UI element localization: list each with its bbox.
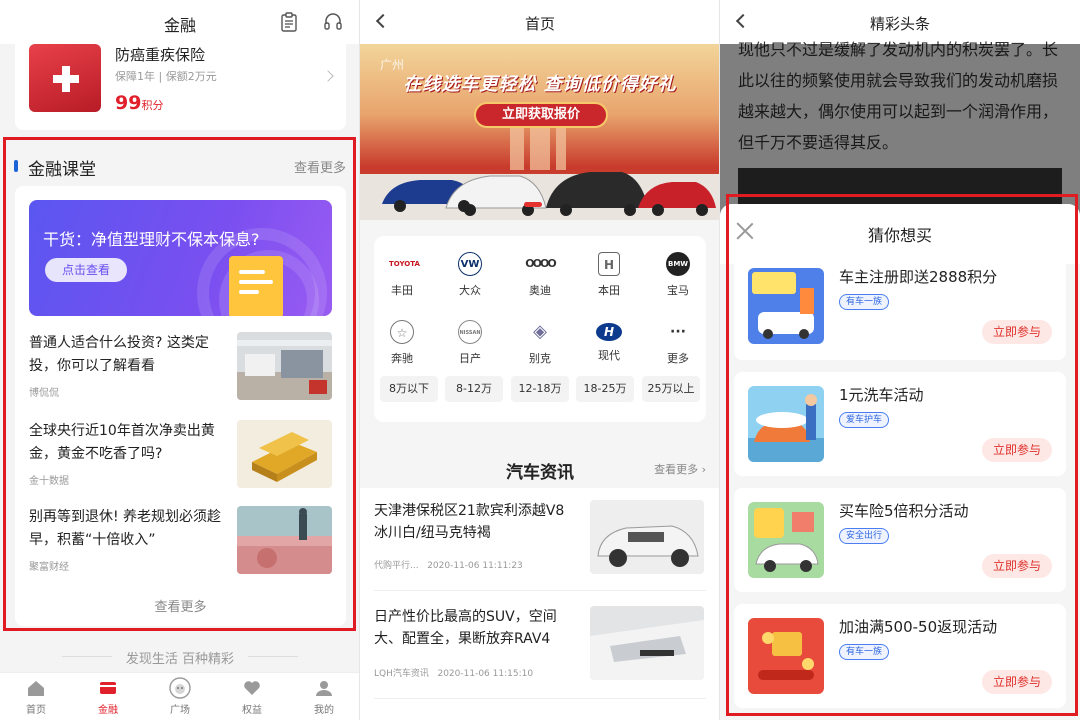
highlight-box	[726, 194, 1078, 716]
news-time: 2020-11-06 11:15:10	[437, 669, 534, 679]
brand-label: 奔驰	[391, 352, 413, 365]
tab-plaza[interactable]: 广场	[144, 673, 216, 720]
tab-label: 金融	[98, 705, 118, 716]
news-time: 2020-11-06 11:11:23	[427, 561, 523, 571]
first-aid-kit-image	[29, 44, 101, 112]
news-item[interactable]: 日产性价比最高的SUV，空间大、配置全，果断放弃RAV4 LQH汽车资讯 202…	[374, 606, 706, 692]
brand-honda[interactable]: H 本田	[579, 252, 639, 298]
bmw-logo-icon: BMW	[666, 252, 690, 276]
price-filter-chip[interactable]: 18-25万	[576, 376, 634, 402]
news-more-link[interactable]: 查看更多 ›	[654, 461, 706, 477]
brand-toyota[interactable]: TOYOTA 丰田	[372, 252, 432, 298]
tagline: 发现生活 百种精彩	[125, 652, 235, 667]
tab-label: 权益	[242, 705, 262, 716]
tab-label: 首页	[26, 705, 46, 716]
nissan-logo-icon: NISSAN	[458, 320, 482, 344]
header: 首页	[360, 0, 720, 44]
plaza-icon	[169, 677, 191, 699]
bottom-tab-bar: 首页 金融 广场 权益 我的	[0, 672, 360, 720]
nissan-suv-image	[590, 606, 704, 680]
news-title: 日产性价比最高的SUV，空间大、配置全，果断放弃RAV4	[374, 609, 557, 647]
brand-label: 更多	[667, 352, 689, 365]
home-icon	[28, 681, 44, 696]
brand-label: 本田	[598, 284, 620, 297]
header: 金融	[0, 0, 360, 44]
user-icon	[316, 681, 332, 696]
news-item[interactable]: 天津港保税区21款宾利添越V8冰川白/纽马克特褐 代购平行... 2020-11…	[374, 500, 706, 586]
audi-logo-icon: OOOO	[525, 257, 556, 270]
tab-finance[interactable]: 金融	[72, 673, 144, 720]
tab-benefits[interactable]: 权益	[216, 673, 288, 720]
divider	[374, 590, 706, 591]
headline-screen: 精彩头条 现他只不过是缓解了发动机内的积炭罢了。长此以往的频繁使用就会导致我们的…	[720, 0, 1080, 720]
brand-buick[interactable]: ◈ 别克	[510, 320, 570, 366]
car-promo-banner[interactable]: 广州 在线选车更轻松 查询低价得好礼 立即获取报价	[360, 44, 720, 220]
tab-mine[interactable]: 我的	[288, 673, 360, 720]
brand-label: 宝马	[667, 284, 689, 297]
wallet-icon	[100, 682, 116, 694]
honda-logo-icon: H	[598, 252, 620, 276]
brand-label: 现代	[598, 349, 620, 362]
brand-hyundai[interactable]: H 现代	[579, 320, 639, 363]
news-title: 天津港保税区21款宾利添越V8冰川白/纽马克特褐	[374, 503, 565, 541]
cross-icon	[53, 66, 79, 92]
finance-screen: 金融 防癌重疾保险 保障1年 | 保额2万元 99积分 金融课堂 查看更多 干货…	[0, 0, 360, 720]
brand-label: 别克	[529, 352, 551, 365]
price-unit: 积分	[141, 99, 164, 112]
brand-label: 日产	[459, 352, 481, 365]
bentley-suv-image	[590, 500, 704, 574]
brand-mercedes[interactable]: ☆ 奔驰	[372, 320, 432, 366]
price-filter-chip[interactable]: 12-18万	[511, 376, 569, 402]
highlight-box	[3, 137, 356, 631]
brand-volkswagen[interactable]: VW 大众	[440, 252, 500, 298]
brand-label: 大众	[459, 284, 481, 297]
get-quote-button[interactable]: 立即获取报价	[474, 102, 608, 128]
clipboard-icon[interactable]	[279, 12, 299, 32]
news-source: 代购平行...	[374, 561, 419, 571]
brand-grid: TOYOTA 丰田 VW 大众 OOOO 奥迪 H 本田 BMW 宝马 ☆ 奔驰 NISSA…	[374, 236, 706, 422]
divider	[248, 656, 298, 657]
brand-label: 丰田	[391, 284, 413, 297]
insurance-price: 99积分	[115, 92, 163, 114]
toyota-logo-icon: TOYOTA	[389, 260, 420, 268]
page-title: 精彩头条	[869, 15, 930, 33]
divider	[374, 698, 706, 699]
brand-more[interactable]: ··· 更多	[648, 320, 708, 366]
page-title: 金融	[163, 16, 196, 35]
price-filter-chip[interactable]: 8-12万	[445, 376, 503, 402]
headset-icon[interactable]	[323, 12, 343, 32]
brand-label: 奥迪	[529, 284, 551, 297]
tab-home[interactable]: 首页	[0, 673, 72, 720]
banner-slogan: 在线选车更轻松 查询低价得好礼	[403, 74, 677, 95]
tab-label: 广场	[170, 705, 190, 716]
mercedes-logo-icon: ☆	[390, 320, 414, 344]
more-dots-icon: ···	[670, 324, 686, 340]
hyundai-logo-icon: H	[596, 323, 622, 341]
insurance-title: 防癌重疾保险	[115, 46, 206, 64]
news-meta: 代购平行... 2020-11-06 11:11:23	[374, 558, 523, 571]
buick-logo-icon: ◈	[533, 321, 547, 342]
price-filter-chip[interactable]: 8万以下	[380, 376, 438, 402]
price-filter-chip[interactable]: 25万以上	[642, 376, 700, 402]
insurance-product-card[interactable]: 防癌重疾保险 保障1年 | 保额2万元 99积分	[15, 44, 346, 130]
news-meta: LQH汽车资讯 2020-11-06 11:15:10	[374, 666, 533, 679]
heart-icon	[244, 681, 260, 695]
news-list: 天津港保税区21款宾利添越V8冰川白/纽马克特褐 代购平行... 2020-11…	[360, 488, 720, 720]
news-source: LQH汽车资讯	[374, 669, 429, 679]
tab-label: 我的	[314, 705, 334, 716]
insurance-subtitle: 保障1年 | 保额2万元	[115, 70, 217, 83]
volkswagen-logo-icon: VW	[458, 252, 482, 276]
carousel-indicator	[524, 202, 542, 207]
page-title: 首页	[524, 15, 555, 33]
price-value: 99	[115, 92, 142, 114]
brand-audi[interactable]: OOOO 奥迪	[510, 252, 570, 298]
car-home-screen: 首页 广州 在线选车更轻松 查询低价得好礼 立即获取报价 TOYOTA 丰田 VW…	[360, 0, 720, 720]
brand-nissan[interactable]: NISSAN 日产	[440, 320, 500, 366]
chevron-right-icon	[322, 70, 334, 82]
brand-bmw[interactable]: BMW 宝马	[648, 252, 708, 298]
